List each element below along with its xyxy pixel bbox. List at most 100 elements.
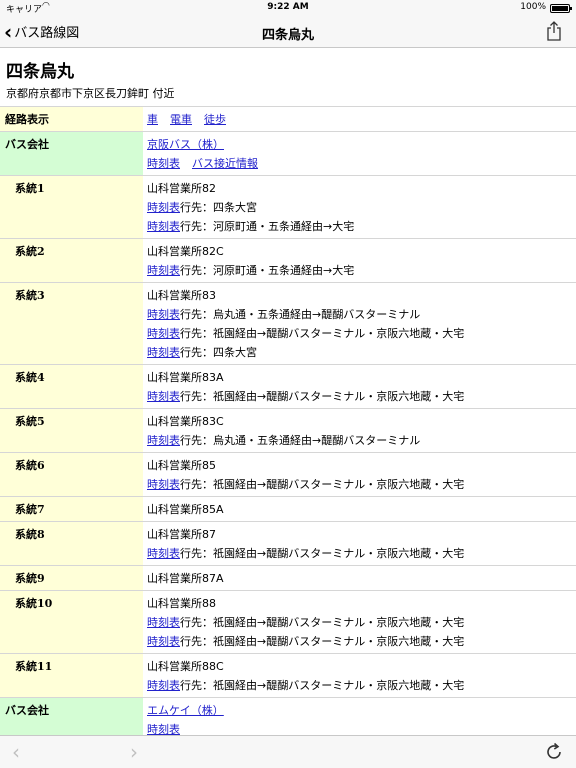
line-info: 山科営業所85 時刻表行先：祇園経由→醍醐バスターミナル・京阪六地蔵・大宅 xyxy=(143,452,576,497)
line-timetable-link[interactable]: 時刻表 xyxy=(147,434,180,447)
line-destination: 行先：祇園経由→醍醐バスターミナル・京阪六地蔵・大宅 xyxy=(180,327,465,340)
browser-forward-icon[interactable]: › xyxy=(130,740,138,764)
back-button-label: バス路線図 xyxy=(14,26,80,41)
status-bar: キャリア ◠ 9:22 AM 100% xyxy=(0,0,576,16)
bus-approach-info-link[interactable]: バス接近情報 xyxy=(192,157,258,170)
line-timetable-link[interactable]: 時刻表 xyxy=(147,264,180,277)
line-destination-row: 時刻表行先：烏丸通・五条通経由→醍醐バスターミナル xyxy=(147,431,572,450)
line-row: 系統3 山科営業所83 時刻表行先：烏丸通・五条通経由→醍醐バスターミナル 時刻表行先… xyxy=(0,282,576,365)
place-address: 京都府京都市下京区長刀鉾町 付近 xyxy=(6,87,175,100)
line-office: 山科営業所83C xyxy=(147,415,224,428)
line-row: 系統7 山科営業所85A xyxy=(0,496,576,522)
route-table: 経路表示 車電車 徒歩 バス会社 京阪バス（株） 時刻表 バス接近情報 系統1 山科営業所8… xyxy=(0,106,576,735)
line-timetable-link[interactable]: 時刻表 xyxy=(147,201,180,214)
line-timetable-link[interactable]: 時刻表 xyxy=(147,220,180,233)
web-content: 四条烏丸 京都府京都市下京区長刀鉾町 付近 経路表示 車電車 徒歩 バス会社 京阪バ… xyxy=(0,49,576,735)
line-destination-row: 時刻表行先：祇園経由→醍醐バスターミナル・京阪六地蔵・大宅 xyxy=(147,676,572,695)
line-office: 山科営業所87A xyxy=(147,572,224,585)
company-row: バス会社 エムケイ（株） 時刻表 xyxy=(0,697,576,735)
company-label: バス会社 xyxy=(0,131,143,176)
company-label: バス会社 xyxy=(0,697,143,735)
line-info: 山科営業所85A xyxy=(143,496,576,522)
navigation-bar: ‹ バス路線図 四条烏丸 xyxy=(0,16,576,48)
line-destination-row: 時刻表行先：四条大宮 xyxy=(147,198,572,217)
line-timetable-link[interactable]: 時刻表 xyxy=(147,547,180,560)
line-label: 系統9 xyxy=(0,565,143,591)
line-office: 山科営業所85 xyxy=(147,459,216,472)
line-destination: 行先：祇園経由→醍醐バスターミナル・京阪六地蔵・大宅 xyxy=(180,547,465,560)
line-office: 山科営業所88C xyxy=(147,660,224,673)
line-destination-row: 時刻表行先：祇園経由→醍醐バスターミナル・京阪六地蔵・大宅 xyxy=(147,544,572,563)
bottom-toolbar: ‹ › xyxy=(0,735,576,768)
line-destination-row: 時刻表行先：祇園経由→醍醐バスターミナル・京阪六地蔵・大宅 xyxy=(147,324,572,343)
company-timetable-link[interactable]: 時刻表 xyxy=(147,157,180,170)
line-info: 山科営業所82C 時刻表行先：河原町通・五条通経由→大宅 xyxy=(143,238,576,283)
line-office: 山科営業所88 xyxy=(147,597,216,610)
line-info: 山科営業所83A 時刻表行先：祇園経由→醍醐バスターミナル・京阪六地蔵・大宅 xyxy=(143,364,576,409)
line-office: 山科営業所87 xyxy=(147,528,216,541)
line-info: 山科営業所82 時刻表行先：四条大宮 時刻表行先：河原町通・五条通経由→大宅 xyxy=(143,175,576,239)
line-timetable-link[interactable]: 時刻表 xyxy=(147,635,180,648)
line-destination: 行先：祇園経由→醍醐バスターミナル・京阪六地蔵・大宅 xyxy=(180,478,465,491)
line-row: 系統2 山科営業所82C 時刻表行先：河原町通・五条通経由→大宅 xyxy=(0,238,576,283)
line-label: 系統8 xyxy=(0,521,143,566)
line-destination: 行先：烏丸通・五条通経由→醍醐バスターミナル xyxy=(180,308,421,321)
line-destination: 行先：祇園経由→醍醐バスターミナル・京阪六地蔵・大宅 xyxy=(180,390,465,403)
line-timetable-link[interactable]: 時刻表 xyxy=(147,679,180,692)
line-destination-row: 時刻表行先：祇園経由→醍醐バスターミナル・京阪六地蔵・大宅 xyxy=(147,613,572,632)
line-destination-row: 時刻表行先：祇園経由→醍醐バスターミナル・京阪六地蔵・大宅 xyxy=(147,475,572,494)
line-label: 系統3 xyxy=(0,282,143,365)
line-label: 系統7 xyxy=(0,496,143,522)
line-info: 山科営業所83C 時刻表行先：烏丸通・五条通経由→醍醐バスターミナル xyxy=(143,408,576,453)
route-walk-link[interactable]: 徒歩 xyxy=(204,113,226,126)
route-display-links: 車電車 徒歩 xyxy=(143,106,576,132)
line-timetable-link[interactable]: 時刻表 xyxy=(147,327,180,340)
company-info: エムケイ（株） 時刻表 xyxy=(143,697,576,735)
line-label: 系統1 xyxy=(0,175,143,239)
line-destination: 行先：祇園経由→醍醐バスターミナル・京阪六地蔵・大宅 xyxy=(180,616,465,629)
reload-icon[interactable] xyxy=(544,742,564,762)
line-office: 山科営業所83A xyxy=(147,371,224,384)
chevron-left-icon: ‹ xyxy=(4,19,13,44)
line-row: 系統9 山科営業所87A xyxy=(0,565,576,591)
line-destination: 行先：四条大宮 xyxy=(180,201,257,214)
line-timetable-link[interactable]: 時刻表 xyxy=(147,346,180,359)
browser-back-icon[interactable]: ‹ xyxy=(12,740,20,764)
line-destination-row: 時刻表行先：河原町通・五条通経由→大宅 xyxy=(147,261,572,280)
battery-icon xyxy=(550,4,572,13)
share-icon[interactable] xyxy=(546,21,562,41)
company-timetable-link[interactable]: 時刻表 xyxy=(147,723,180,735)
company-name-link[interactable]: エムケイ（株） xyxy=(147,704,224,717)
line-row: 系統1 山科営業所82 時刻表行先：四条大宮 時刻表行先：河原町通・五条通経由→大宅 xyxy=(0,175,576,239)
line-row: 系統10 山科営業所88 時刻表行先：祇園経由→醍醐バスターミナル・京阪六地蔵・大宅… xyxy=(0,590,576,654)
line-row: 系統4 山科営業所83A 時刻表行先：祇園経由→醍醐バスターミナル・京阪六地蔵・大宅 xyxy=(0,364,576,409)
line-destination-row: 時刻表行先：河原町通・五条通経由→大宅 xyxy=(147,217,572,236)
line-timetable-link[interactable]: 時刻表 xyxy=(147,616,180,629)
line-timetable-link[interactable]: 時刻表 xyxy=(147,308,180,321)
line-office: 山科営業所82C xyxy=(147,245,224,258)
route-display-row: 経路表示 車電車 徒歩 xyxy=(0,106,576,132)
back-button[interactable]: ‹ バス路線図 xyxy=(4,19,80,44)
status-time: 9:22 AM xyxy=(267,2,309,12)
company-name-link[interactable]: 京阪バス（株） xyxy=(147,138,224,151)
line-destination: 行先：烏丸通・五条通経由→醍醐バスターミナル xyxy=(180,434,421,447)
line-row: 系統11 山科営業所88C 時刻表行先：祇園経由→醍醐バスターミナル・京阪六地蔵・大… xyxy=(0,653,576,698)
line-info: 山科営業所88C 時刻表行先：祇園経由→醍醐バスターミナル・京阪六地蔵・大宅 xyxy=(143,653,576,698)
line-label: 系統2 xyxy=(0,238,143,283)
line-info: 山科営業所87 時刻表行先：祇園経由→醍醐バスターミナル・京阪六地蔵・大宅 xyxy=(143,521,576,566)
line-destination-row: 時刻表行先：祇園経由→醍醐バスターミナル・京阪六地蔵・大宅 xyxy=(147,387,572,406)
company-row: バス会社 京阪バス（株） 時刻表 バス接近情報 xyxy=(0,131,576,176)
line-label: 系統11 xyxy=(0,653,143,698)
line-info: 山科営業所87A xyxy=(143,565,576,591)
route-car-link[interactable]: 車 xyxy=(147,113,158,126)
line-label: 系統5 xyxy=(0,408,143,453)
line-timetable-link[interactable]: 時刻表 xyxy=(147,390,180,403)
line-row: 系統5 山科営業所83C 時刻表行先：烏丸通・五条通経由→醍醐バスターミナル xyxy=(0,408,576,453)
place-title: 四条烏丸 xyxy=(6,62,74,82)
line-destination: 行先：祇園経由→醍醐バスターミナル・京阪六地蔵・大宅 xyxy=(180,679,465,692)
line-destination: 行先：河原町通・五条通経由→大宅 xyxy=(180,220,355,233)
route-train-link[interactable]: 電車 xyxy=(170,113,192,126)
page-title: 四条烏丸 xyxy=(261,28,314,43)
line-timetable-link[interactable]: 時刻表 xyxy=(147,478,180,491)
line-destination: 行先：四条大宮 xyxy=(180,346,257,359)
